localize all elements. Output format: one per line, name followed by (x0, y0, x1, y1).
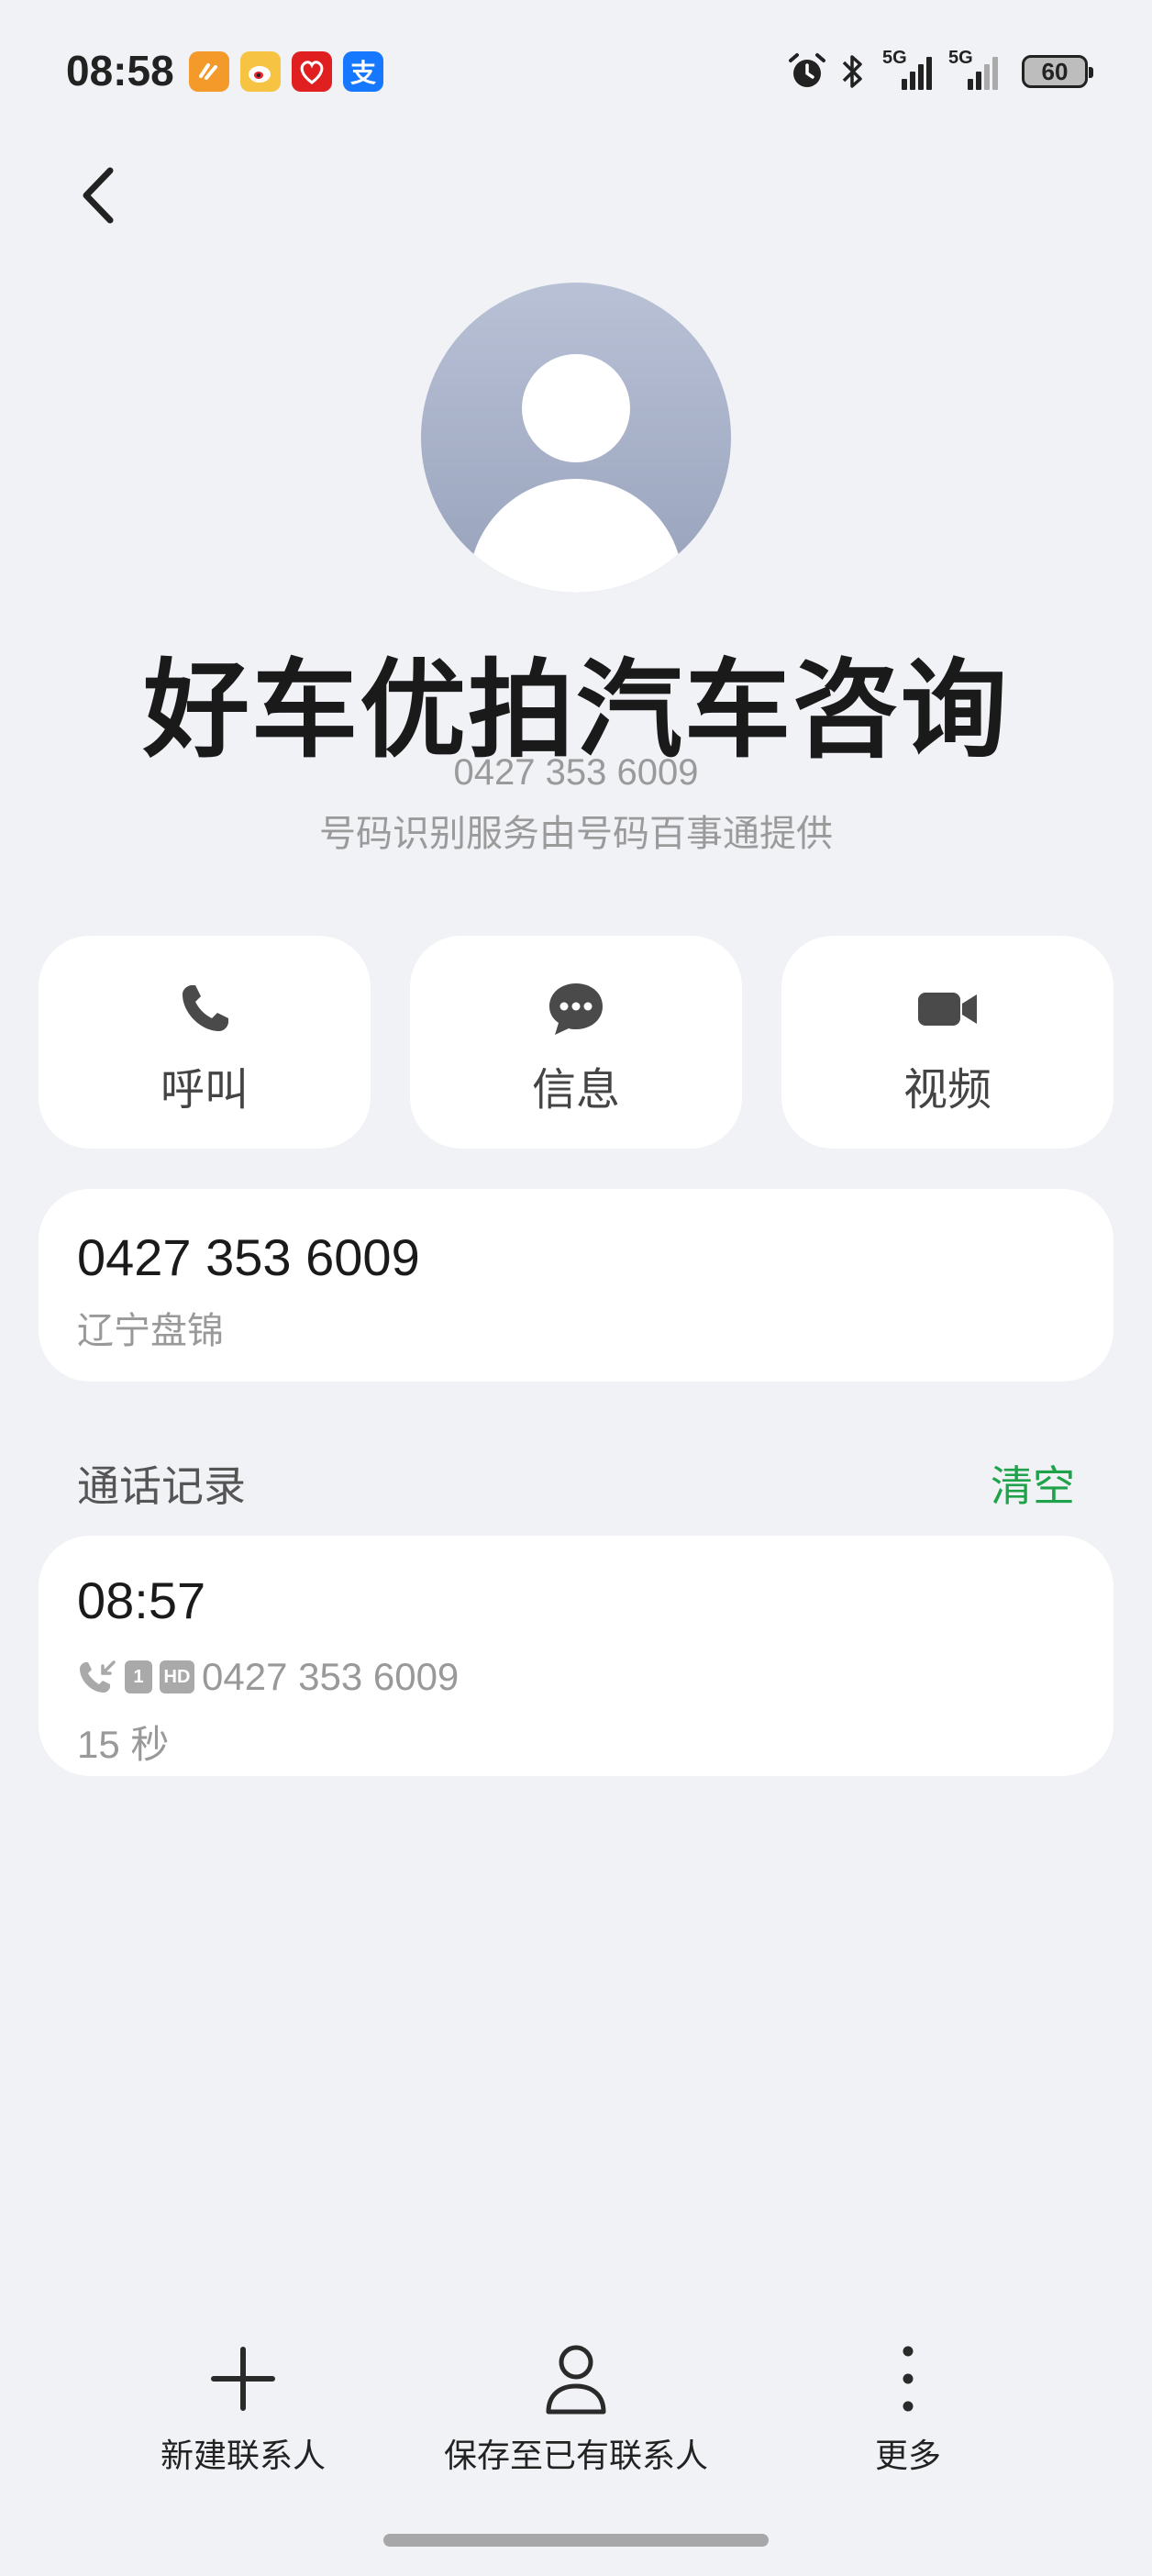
call-label: 呼叫 (160, 1066, 249, 1115)
home-indicator[interactable] (383, 2534, 769, 2547)
phone-number: 0427 353 6009 (77, 1228, 420, 1286)
more-label: 更多 (874, 2437, 941, 2474)
status-time: 08:58 (66, 47, 174, 94)
video-camera-icon (918, 993, 977, 1026)
more-button[interactable]: 更多 (844, 2337, 972, 2477)
battery-indicator: 60 (1022, 55, 1093, 88)
call-time: 08:57 (77, 1571, 206, 1629)
new-contact-button[interactable]: 新建联系人 (147, 2337, 339, 2477)
sim-badge: 1 (125, 1660, 152, 1693)
save-existing-label: 保存至已有联系人 (443, 2437, 708, 2474)
pinduoduo-icon (292, 51, 332, 92)
status-icons: 5G 5G 60 (787, 48, 1093, 95)
avatar-body-icon (469, 479, 683, 593)
clear-log-button[interactable]: 清空 (991, 1453, 1075, 1514)
phone-number-card[interactable]: 0427 353 6009 辽宁盘锦 (39, 1189, 1113, 1382)
message-bubble-icon (549, 983, 603, 1035)
call-button[interactable]: 呼叫 (39, 936, 371, 1149)
signal-5g-2: 5G (948, 48, 998, 90)
hd-badge: HD (160, 1660, 194, 1693)
save-to-existing-button[interactable]: 保存至已有联系人 (438, 2337, 714, 2477)
video-label: 视频 (903, 1066, 991, 1115)
call-duration: 15 秒 (77, 1723, 170, 1766)
chevron-left-icon (83, 167, 114, 224)
contact-avatar (421, 283, 731, 593)
back-button[interactable] (73, 163, 128, 228)
contact-number-subtitle: 0427 353 6009 (453, 752, 699, 793)
message-label: 信息 (531, 1066, 620, 1115)
incoming-call-icon (80, 1660, 116, 1693)
phone-location: 辽宁盘锦 (77, 1311, 224, 1351)
call-log-entry[interactable]: 08:57 1 HD 0427 353 6009 15 秒 (39, 1536, 1113, 1776)
call-log-title: 通话记录 (77, 1462, 246, 1510)
message-button[interactable]: 信息 (410, 936, 742, 1149)
alarm-icon (789, 53, 825, 87)
signal-5g-1: 5G (882, 48, 932, 90)
person-icon (546, 2345, 606, 2415)
provider-note: 号码识别服务由号码百事通提供 (319, 814, 833, 854)
call-number: 0427 353 6009 (202, 1655, 460, 1698)
video-call-button[interactable]: 视频 (781, 936, 1113, 1149)
bluetooth-icon (842, 55, 862, 88)
more-vertical-icon (903, 2346, 914, 2412)
avatar-head-icon (522, 354, 630, 462)
call-detail-line: 1 HD 0427 353 6009 (77, 1655, 459, 1699)
plus-icon (211, 2347, 275, 2411)
weibo-icon (240, 51, 281, 92)
phone-icon (183, 985, 228, 1031)
new-contact-label: 新建联系人 (160, 2437, 326, 2474)
taobao-icon (189, 51, 229, 92)
alipay-icon: 支 (343, 51, 383, 92)
